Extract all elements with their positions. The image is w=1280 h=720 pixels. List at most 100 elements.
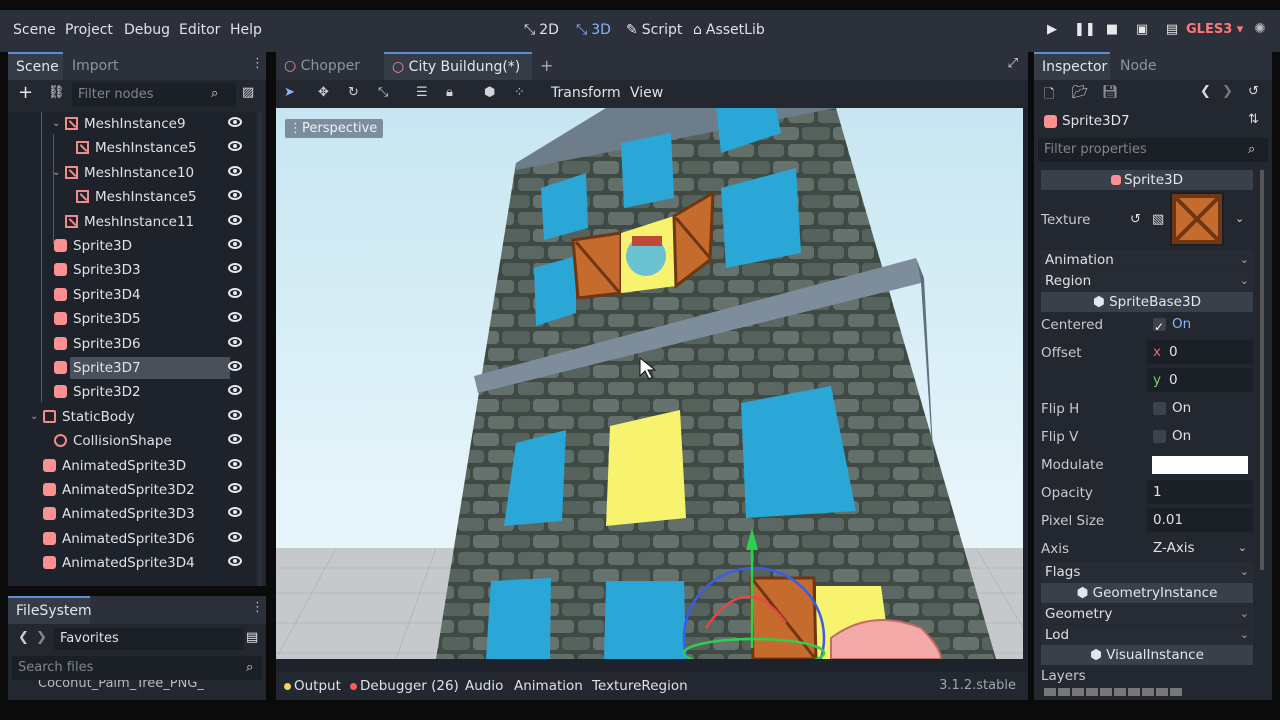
visibility-eye-icon[interactable] bbox=[228, 117, 242, 127]
tree-node[interactable]: AnimatedSprite3D bbox=[8, 454, 256, 478]
tree-node[interactable]: AnimatedSprite3D3 bbox=[8, 502, 256, 526]
scene-options-icon[interactable]: ▨ bbox=[242, 85, 254, 100]
tree-node[interactable]: ⌄ MeshInstance9 bbox=[8, 112, 256, 136]
tree-node[interactable]: AnimatedSprite3D2 bbox=[8, 478, 256, 502]
list-select-icon[interactable]: ☰ bbox=[416, 85, 428, 100]
object-properties-icon[interactable]: ⇅ bbox=[1248, 112, 1259, 127]
flipv-checkbox[interactable]: On bbox=[1147, 424, 1253, 448]
centered-checkbox[interactable]: On bbox=[1147, 312, 1253, 339]
snap-icon[interactable]: ⁘ bbox=[514, 85, 525, 100]
tab-import[interactable]: Import bbox=[64, 52, 128, 80]
visibility-eye-icon[interactable] bbox=[228, 531, 242, 542]
select-tool-icon[interactable]: ➤ bbox=[284, 85, 295, 100]
tree-node[interactable]: MeshInstance11 bbox=[8, 210, 256, 234]
play-scene-icon[interactable]: ▣ bbox=[1134, 22, 1150, 37]
tab-animation[interactable]: Animation bbox=[514, 678, 583, 694]
group-geometry[interactable]: Geometry ⌄ bbox=[1041, 604, 1253, 624]
history-back-icon[interactable]: ❮ bbox=[1200, 84, 1211, 99]
tab-chopper-lz[interactable]: ○ Chopper LZ bbox=[276, 52, 382, 102]
visibility-eye-icon[interactable] bbox=[228, 458, 242, 469]
section-spritebase3d[interactable]: ⬢ SpriteBase3D bbox=[1041, 292, 1253, 312]
history-forward-icon[interactable]: ❯ bbox=[1222, 84, 1233, 99]
stop-icon[interactable]: ■ bbox=[1104, 22, 1120, 37]
scene-tree-scrollbar[interactable] bbox=[258, 112, 262, 586]
transform-menu[interactable]: Transform bbox=[551, 85, 621, 101]
mode-2d-button[interactable]: ⤡ 2D bbox=[524, 22, 559, 38]
visibility-eye-icon[interactable] bbox=[228, 239, 242, 249]
texture-options-icon[interactable]: ▧ bbox=[1152, 212, 1164, 227]
mode-script-button[interactable]: ✎ Script bbox=[626, 22, 682, 38]
visibility-eye-icon[interactable] bbox=[228, 190, 242, 201]
visibility-eye-icon[interactable] bbox=[228, 361, 242, 371]
back-icon[interactable]: ❮ bbox=[18, 630, 29, 645]
tree-node[interactable]: AnimatedSprite3D6 bbox=[8, 527, 256, 551]
tree-node[interactable]: Sprite3D bbox=[8, 234, 256, 258]
play-icon[interactable]: ▶ bbox=[1044, 22, 1060, 37]
split-view-icon[interactable]: ▤ bbox=[246, 630, 258, 645]
view-menu[interactable]: View bbox=[630, 85, 663, 101]
tree-node[interactable]: ⌄ MeshInstance10 bbox=[8, 161, 256, 185]
tree-node[interactable]: Sprite3D5 bbox=[8, 307, 256, 331]
visibility-eye-icon[interactable] bbox=[228, 434, 242, 445]
tree-node[interactable]: MeshInstance5 bbox=[8, 136, 256, 160]
rotate-tool-icon[interactable]: ↻ bbox=[348, 85, 359, 100]
texture-preview[interactable] bbox=[1170, 192, 1224, 246]
scale-tool-icon[interactable]: ⤡ bbox=[378, 85, 388, 100]
link-icon[interactable]: ⛓ bbox=[48, 85, 65, 100]
modulate-color-swatch[interactable] bbox=[1152, 456, 1248, 474]
tree-node[interactable]: CollisionShape bbox=[8, 429, 256, 453]
tab-audio[interactable]: Audio bbox=[465, 678, 503, 694]
tab-filesystem[interactable]: FileSystem bbox=[8, 596, 92, 624]
tab-scene[interactable]: Scene bbox=[8, 52, 63, 80]
visibility-eye-icon[interactable] bbox=[228, 312, 242, 323]
lock-icon[interactable]: 🔒︎ bbox=[446, 85, 453, 100]
tree-node[interactable]: ⌄ StaticBody bbox=[8, 405, 256, 429]
pixelsize-field[interactable]: 0.01 bbox=[1147, 508, 1253, 532]
visibility-eye-icon[interactable] bbox=[228, 263, 242, 274]
tree-node[interactable]: MeshInstance5 bbox=[8, 185, 256, 209]
tab-textureregion[interactable]: TextureRegion bbox=[592, 678, 688, 694]
dock-menu-icon[interactable]: ⋮ bbox=[251, 56, 264, 71]
expand-chevron-icon[interactable]: ⌄ bbox=[30, 405, 38, 429]
expand-chevron-icon[interactable]: ⌄ bbox=[52, 112, 60, 136]
menu-help[interactable]: Help bbox=[230, 22, 262, 38]
menu-editor[interactable]: Editor bbox=[179, 22, 220, 38]
expand-chevron-icon[interactable]: ⌄ bbox=[52, 161, 60, 185]
add-node-icon[interactable]: + bbox=[18, 82, 33, 103]
inspector-scrollbar[interactable] bbox=[1260, 170, 1264, 570]
section-geometryinstance[interactable]: ⬢ GeometryInstance bbox=[1041, 583, 1253, 603]
visibility-eye-icon[interactable] bbox=[228, 556, 242, 567]
tree-node[interactable]: Sprite3D7 bbox=[8, 356, 256, 380]
revert-icon[interactable]: ↺ bbox=[1130, 212, 1141, 227]
section-visualinstance[interactable]: ⬢ VisualInstance bbox=[1041, 645, 1253, 665]
3d-viewport[interactable]: ⋮Perspective bbox=[276, 108, 1023, 659]
layers-grid[interactable] bbox=[1044, 688, 1184, 696]
inspected-object[interactable]: Sprite3D7 ⇅ bbox=[1034, 110, 1272, 134]
section-sprite3d[interactable]: Sprite3D bbox=[1041, 170, 1253, 190]
visibility-eye-icon[interactable] bbox=[228, 287, 242, 298]
file-item-partial[interactable]: Coconut_Palm_Tree_PNG_ bbox=[38, 680, 258, 692]
visibility-eye-icon[interactable] bbox=[228, 336, 242, 347]
history-icon[interactable]: ↺ bbox=[1248, 84, 1259, 99]
menu-debug[interactable]: Debug bbox=[124, 22, 170, 38]
offset-y-field[interactable]: y0 bbox=[1147, 368, 1253, 392]
fliph-checkbox[interactable]: On bbox=[1147, 396, 1253, 420]
tab-inspector[interactable]: Inspector bbox=[1034, 52, 1110, 80]
group-icon[interactable]: ⬢ bbox=[484, 85, 495, 100]
menu-scene[interactable]: Scene bbox=[13, 22, 56, 38]
save-icon[interactable]: 💾︎ bbox=[1102, 85, 1119, 100]
offset-x-field[interactable]: x0 bbox=[1147, 340, 1253, 364]
perspective-menu[interactable]: ⋮Perspective bbox=[285, 119, 384, 138]
opacity-field[interactable]: 1 bbox=[1147, 480, 1253, 504]
search-files-input[interactable]: Search files bbox=[12, 656, 262, 680]
mode-assetlib-button[interactable]: ⌂ AssetLib bbox=[693, 22, 765, 38]
visibility-eye-icon[interactable] bbox=[228, 483, 242, 493]
tab-debugger[interactable]: Debugger (26) bbox=[350, 678, 459, 694]
dock-menu-icon[interactable]: ⋮ bbox=[251, 600, 264, 615]
visibility-eye-icon[interactable] bbox=[228, 385, 242, 396]
visibility-eye-icon[interactable] bbox=[228, 507, 242, 518]
tab-city-buildung[interactable]: ○ City Buildung(*) ✕ bbox=[384, 52, 532, 101]
tree-node[interactable]: AnimatedSprite3D4 bbox=[8, 551, 256, 575]
group-lod[interactable]: Lod ⌄ bbox=[1041, 625, 1253, 645]
group-flags[interactable]: Flags ⌄ bbox=[1041, 562, 1253, 582]
